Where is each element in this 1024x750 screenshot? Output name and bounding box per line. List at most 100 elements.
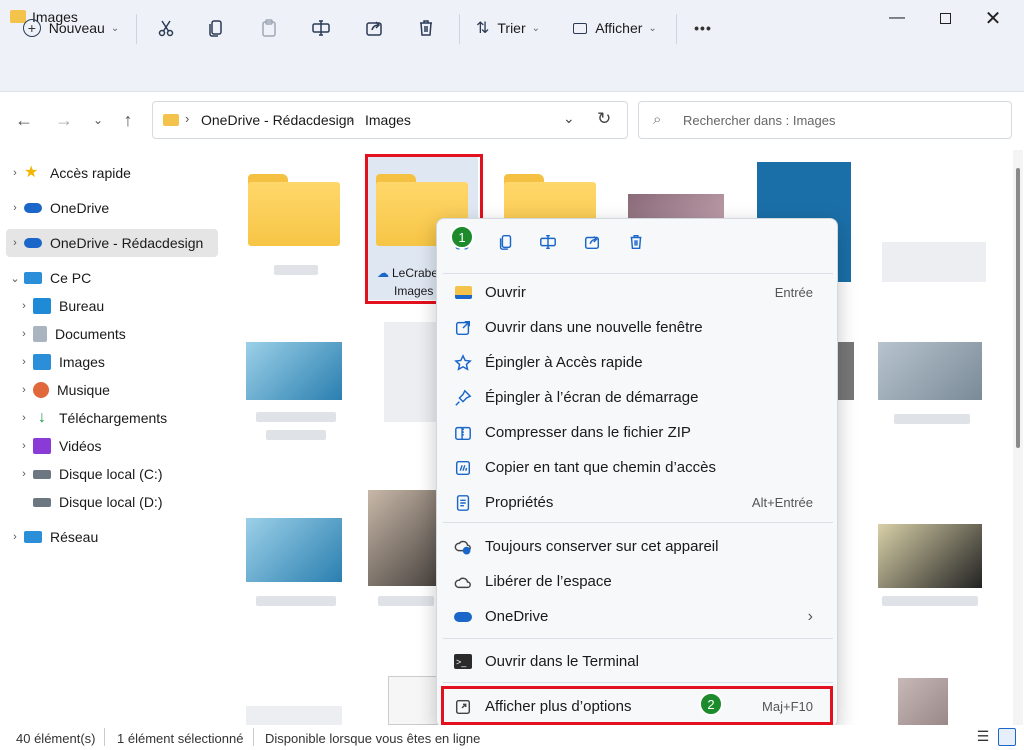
image-thumbnail[interactable] bbox=[878, 524, 982, 588]
sidebar-item-label: Images bbox=[59, 354, 105, 370]
breadcrumb-images[interactable]: Images bbox=[365, 112, 411, 128]
expand-chevron-icon[interactable]: › bbox=[6, 167, 24, 179]
cut-button[interactable] bbox=[150, 10, 182, 46]
menu-item-compress-zip[interactable]: Compresser dans le fichier ZIP bbox=[445, 415, 831, 450]
collapse-chevron-icon[interactable]: ⌄ bbox=[6, 272, 24, 285]
maximize-button[interactable] bbox=[922, 4, 968, 32]
recent-locations-chevron-icon[interactable]: ⌄ bbox=[86, 108, 110, 132]
menu-divider bbox=[443, 522, 833, 523]
computer-icon bbox=[24, 272, 42, 284]
sidebar-item-this-pc[interactable]: ⌄ Ce PC bbox=[6, 264, 218, 292]
breadcrumb-onedrive[interactable]: OneDrive - Rédacdesign bbox=[201, 112, 354, 128]
paste-button[interactable] bbox=[253, 10, 285, 46]
expand-chevron-icon[interactable]: › bbox=[6, 202, 24, 214]
chevron-down-icon: ⌄ bbox=[110, 22, 120, 34]
vertical-scrollbar[interactable] bbox=[1013, 150, 1023, 725]
share-button[interactable] bbox=[358, 10, 390, 46]
menu-item-always-keep[interactable]: Toujours conserver sur cet appareil bbox=[445, 529, 831, 564]
sidebar-item-label: Musique bbox=[57, 382, 110, 398]
step-badge-1: 1 bbox=[450, 225, 474, 249]
sidebar-item-documents[interactable]: › Documents bbox=[15, 320, 227, 348]
refresh-icon[interactable]: ↻ bbox=[597, 109, 611, 129]
expand-chevron-icon[interactable]: › bbox=[15, 412, 33, 424]
menu-item-pin-start[interactable]: Épingler à l’écran de démarrage bbox=[445, 380, 831, 415]
address-bar[interactable]: › OneDrive - Rédacdesign › Images ⌄ ↻ bbox=[152, 101, 628, 139]
menu-item-open-terminal[interactable]: >_ Ouvrir dans le Terminal bbox=[445, 644, 831, 679]
sidebar-item-quick-access[interactable]: › ★ Accès rapide bbox=[6, 159, 218, 187]
close-button[interactable]: ✕ bbox=[970, 4, 1016, 32]
image-thumbnail[interactable] bbox=[368, 490, 436, 586]
large-icons-view-icon[interactable] bbox=[998, 728, 1016, 746]
toolbar-divider bbox=[136, 14, 137, 44]
music-icon bbox=[33, 382, 49, 398]
copy-button[interactable] bbox=[497, 233, 523, 259]
menu-item-onedrive[interactable]: OneDrive › bbox=[445, 599, 831, 634]
expand-chevron-icon[interactable]: › bbox=[6, 531, 24, 543]
details-view-icon[interactable]: ☰ bbox=[974, 729, 992, 745]
folder-item[interactable] bbox=[248, 174, 340, 246]
file-name-blurred bbox=[894, 414, 970, 424]
image-thumbnail[interactable] bbox=[882, 242, 986, 282]
rename-button[interactable] bbox=[539, 233, 565, 259]
terminal-icon: >_ bbox=[453, 652, 473, 672]
share-button[interactable] bbox=[583, 233, 609, 259]
sidebar-item-network[interactable]: › Réseau bbox=[6, 523, 218, 551]
minimize-button[interactable]: — bbox=[874, 4, 920, 32]
rename-button[interactable] bbox=[305, 10, 337, 46]
expand-chevron-icon[interactable]: › bbox=[15, 356, 33, 368]
sidebar-item-label: Disque local (C:) bbox=[59, 466, 163, 482]
search-box[interactable]: ⌕ Rechercher dans : Images bbox=[638, 101, 1012, 139]
menu-item-properties[interactable]: Propriétés Alt+Entrée bbox=[445, 485, 831, 520]
menu-item-open-new-window[interactable]: Ouvrir dans une nouvelle fenêtre bbox=[445, 310, 831, 345]
menu-item-free-up-space[interactable]: Libérer de l’espace bbox=[445, 564, 831, 599]
sidebar-item-disk-d[interactable]: Disque local (D:) bbox=[15, 488, 227, 516]
sidebar-item-music[interactable]: › Musique bbox=[15, 376, 227, 404]
menu-item-label: Copier en tant que chemin d’accès bbox=[485, 459, 716, 476]
expand-chevron-icon[interactable]: › bbox=[15, 468, 33, 480]
menu-item-copy-path[interactable]: Copier en tant que chemin d’accès bbox=[445, 450, 831, 485]
breadcrumb-separator-icon: › bbox=[185, 111, 190, 126]
menu-item-open[interactable]: Ouvrir Entrée bbox=[445, 275, 831, 310]
sidebar-item-label: OneDrive - Rédacdesign bbox=[50, 235, 204, 251]
sort-button[interactable]: ⇅ Trier ⌄ bbox=[470, 10, 546, 46]
delete-button[interactable] bbox=[410, 10, 442, 46]
back-arrow-icon[interactable]: ← bbox=[12, 108, 36, 132]
image-thumbnail[interactable] bbox=[878, 342, 982, 400]
view-button[interactable]: Afficher ⌄ bbox=[568, 10, 662, 46]
more-options-button[interactable]: ••• bbox=[688, 10, 718, 46]
image-thumbnail[interactable] bbox=[246, 518, 342, 582]
plus-circle-icon: + bbox=[22, 19, 41, 37]
sidebar-item-label: Ce PC bbox=[50, 270, 92, 286]
sidebar-item-desktop[interactable]: › Bureau bbox=[15, 292, 227, 320]
status-bar: 40 élément(s) 1 élément sélectionné Disp… bbox=[0, 725, 1024, 750]
sidebar-item-pictures[interactable]: › Images bbox=[15, 348, 227, 376]
forward-arrow-icon[interactable]: → bbox=[52, 108, 76, 132]
image-thumbnail[interactable] bbox=[898, 678, 948, 725]
sidebar-item-disk-c[interactable]: › Disque local (C:) bbox=[15, 460, 227, 488]
expand-chevron-icon[interactable]: › bbox=[15, 300, 33, 312]
address-dropdown-chevron-icon[interactable]: ⌄ bbox=[563, 110, 575, 127]
status-divider bbox=[253, 728, 254, 746]
expand-chevron-icon[interactable]: › bbox=[15, 328, 33, 340]
expand-chevron-icon[interactable]: › bbox=[15, 440, 33, 452]
expand-chevron-icon[interactable]: › bbox=[15, 384, 33, 396]
desktop-icon bbox=[33, 298, 51, 314]
image-thumbnail[interactable] bbox=[384, 322, 440, 422]
image-thumbnail[interactable] bbox=[246, 706, 342, 725]
delete-button[interactable] bbox=[627, 233, 653, 259]
new-button[interactable]: + Nouveau ⌄ bbox=[16, 10, 126, 46]
menu-item-pin-quick-access[interactable]: Épingler à Accès rapide bbox=[445, 345, 831, 380]
expand-chevron-icon[interactable]: › bbox=[6, 237, 24, 249]
copy-button[interactable] bbox=[200, 10, 232, 46]
up-arrow-icon[interactable]: ↑ bbox=[116, 108, 140, 132]
sidebar-item-onedrive-redacdesign[interactable]: › OneDrive - Rédacdesign bbox=[6, 229, 218, 257]
image-thumbnail[interactable] bbox=[388, 676, 442, 725]
sidebar-item-downloads[interactable]: › ↓ Téléchargements bbox=[15, 404, 227, 432]
image-thumbnail[interactable] bbox=[246, 342, 342, 400]
toolbar-divider bbox=[676, 14, 677, 44]
zip-folder-icon bbox=[455, 426, 471, 440]
sidebar-item-videos[interactable]: › Vidéos bbox=[15, 432, 227, 460]
rename-icon bbox=[312, 20, 330, 36]
search-placeholder: Rechercher dans : Images bbox=[683, 113, 836, 128]
sidebar-item-onedrive[interactable]: › OneDrive bbox=[6, 194, 218, 222]
